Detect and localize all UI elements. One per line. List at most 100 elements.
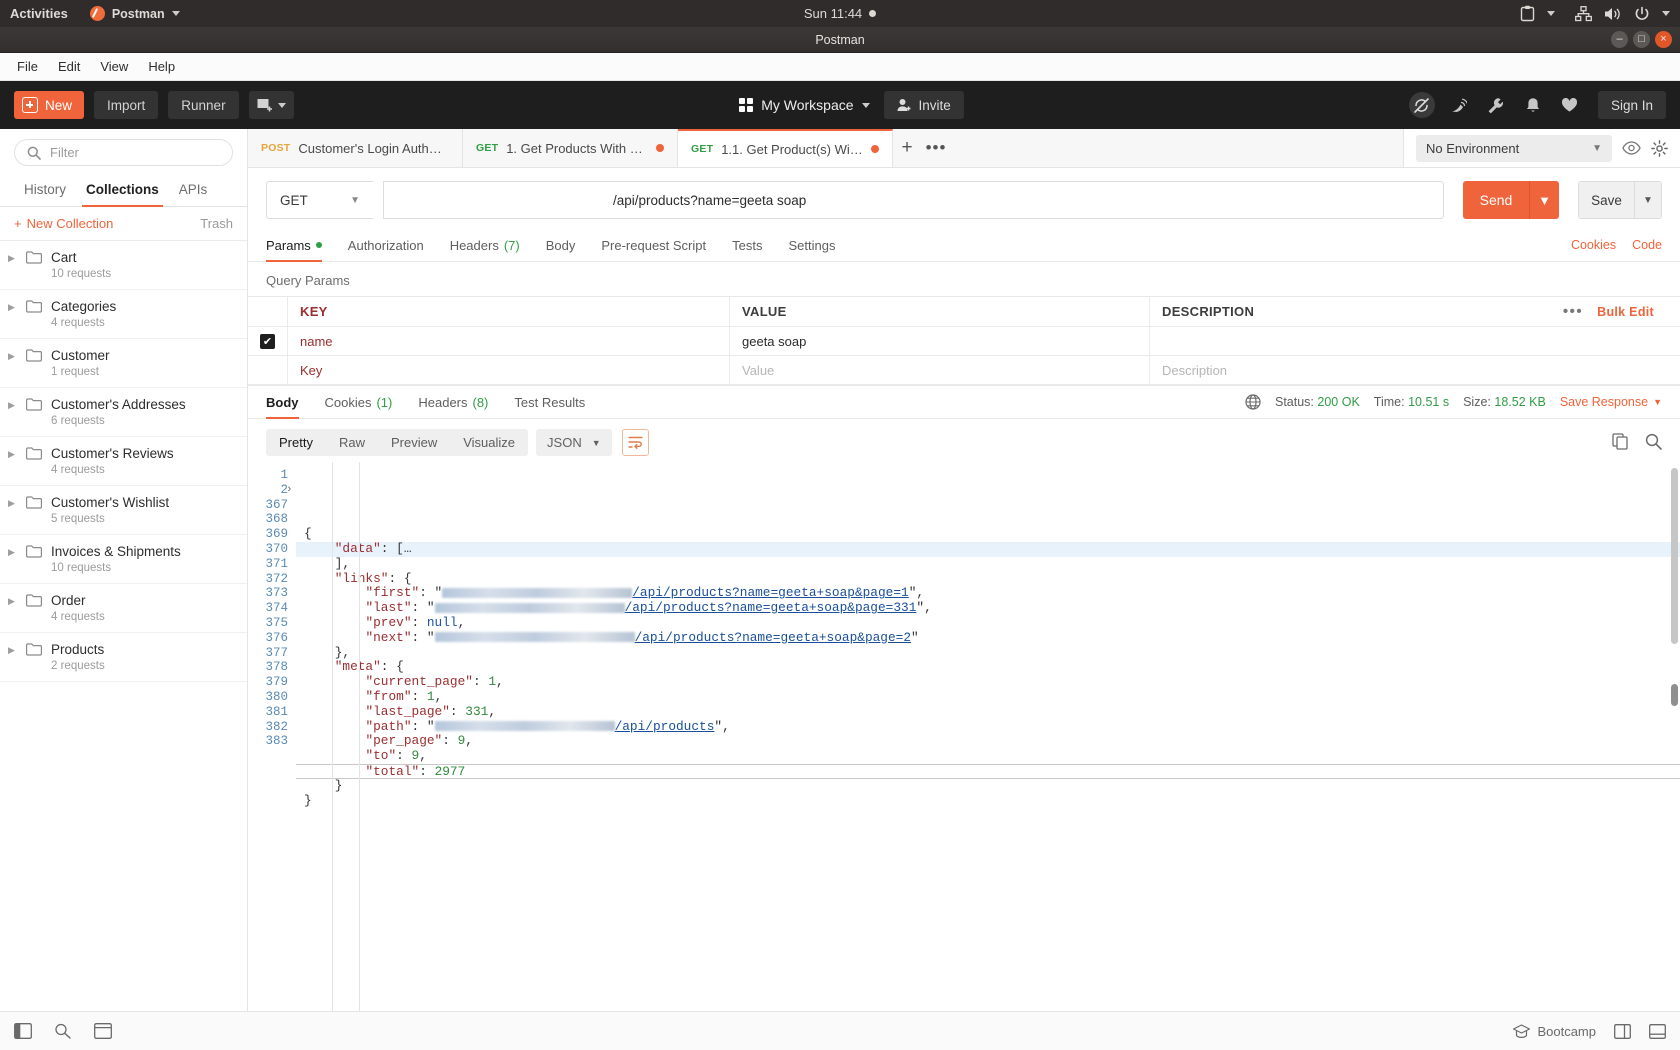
save-options-button[interactable]: ▼	[1635, 181, 1662, 219]
code-line[interactable]: "last_page": 331,	[296, 704, 1680, 720]
tab-tests[interactable]: Tests	[719, 229, 775, 262]
row-description[interactable]	[1150, 327, 1680, 355]
layout-icon[interactable]	[1614, 1023, 1631, 1039]
new-collection-button[interactable]: + New Collection	[14, 216, 113, 231]
code-line[interactable]: "links": {	[296, 571, 1680, 587]
collection-list[interactable]: ▶ Cart 10 requests ▶ Categories 4 requests ▶ Cu…	[0, 241, 247, 1011]
code-line[interactable]: ],	[296, 556, 1680, 572]
table-row[interactable]: ✔ name geeta soap	[248, 327, 1680, 356]
bootcamp-item[interactable]: Bootcamp	[1513, 1024, 1596, 1039]
scrollbar-marker[interactable]	[1671, 684, 1678, 706]
console-icon[interactable]	[94, 1023, 112, 1039]
menu-help[interactable]: Help	[139, 55, 184, 78]
method-selector[interactable]: GET ▼	[266, 181, 373, 219]
code-content[interactable]: { "data": [… ], "links": { "first": "/ap…	[296, 462, 1680, 1011]
runner-button[interactable]: Runner	[168, 91, 239, 119]
response-tab-body[interactable]: Body	[266, 385, 312, 419]
new-window-button[interactable]	[248, 91, 294, 119]
collection-item[interactable]: ▶ Customer's Reviews 4 requests	[0, 437, 247, 486]
help-icon[interactable]	[1649, 1023, 1666, 1039]
view-visualize[interactable]: Visualize	[450, 429, 528, 456]
url-input[interactable]: /api/products?name=geeta soap	[383, 181, 1444, 219]
collection-item[interactable]: ▶ Customer's Wishlist 5 requests	[0, 486, 247, 535]
settings-gear-icon[interactable]	[1651, 139, 1668, 157]
new-button[interactable]: New	[14, 91, 85, 119]
placeholder-value[interactable]: Value	[730, 356, 1150, 384]
close-button[interactable]: ×	[1655, 31, 1672, 48]
sidebar-toggle-icon[interactable]	[14, 1023, 32, 1039]
copy-icon[interactable]	[1612, 432, 1629, 453]
chevron-down-icon[interactable]	[1662, 11, 1670, 16]
sidebar-tab-collections[interactable]: Collections	[76, 175, 169, 207]
clock[interactable]: Sun 11:44	[740, 6, 940, 21]
code-line[interactable]: "meta": {	[296, 659, 1680, 675]
vertical-scrollbar[interactable]	[1671, 462, 1678, 1011]
row-checkbox[interactable]: ✔	[260, 333, 275, 349]
code-line[interactable]: "path": " /api/products",	[296, 719, 1680, 735]
minimize-button[interactable]: –	[1611, 31, 1628, 48]
tab-headers[interactable]: Headers (7)	[437, 229, 533, 262]
app-menu-postman[interactable]: Postman	[89, 6, 180, 21]
chevron-right-icon[interactable]: ▶	[8, 253, 17, 264]
chevron-right-icon[interactable]: ▶	[8, 351, 17, 362]
add-tab-button[interactable]: +	[893, 129, 921, 167]
satellite-icon[interactable]	[1446, 92, 1472, 118]
collection-item[interactable]: ▶ Customer 1 request	[0, 339, 247, 388]
workspace-selector[interactable]: My Workspace	[738, 97, 870, 113]
menu-edit[interactable]: Edit	[49, 55, 89, 78]
activities-button[interactable]: Activities	[10, 6, 68, 21]
code-line[interactable]: "to": 9,	[296, 748, 1680, 764]
send-options-button[interactable]: ▼	[1529, 181, 1559, 219]
fold-toggle-icon[interactable]: ›	[286, 483, 293, 498]
maximize-button[interactable]: □	[1633, 31, 1650, 48]
import-button[interactable]: Import	[94, 91, 159, 119]
heart-icon[interactable]	[1557, 92, 1583, 118]
collection-item[interactable]: ▶ Products 2 requests	[0, 633, 247, 682]
sync-off-icon[interactable]	[1408, 92, 1435, 118]
tab-authorization[interactable]: Authorization	[335, 229, 437, 262]
code-link[interactable]: Code	[1632, 238, 1662, 252]
power-icon[interactable]	[1634, 6, 1650, 22]
code-line[interactable]: "total": 2977	[296, 763, 1680, 779]
word-wrap-icon[interactable]	[621, 429, 649, 456]
code-line[interactable]: "from": 1,	[296, 689, 1680, 705]
code-line[interactable]: "first": " /api/products?name=geeta+soap&…	[296, 585, 1680, 601]
chevron-right-icon[interactable]: ▶	[8, 302, 17, 313]
row-value[interactable]: geeta soap	[730, 327, 1150, 355]
code-line[interactable]: "current_page": 1,	[296, 674, 1680, 690]
cookies-link[interactable]: Cookies	[1571, 238, 1616, 252]
view-raw[interactable]: Raw	[326, 429, 378, 456]
code-line[interactable]: "last": " /api/products?name=geeta+soap&p…	[296, 600, 1680, 616]
request-tab[interactable]: GET 1. Get Products With Pagination:	[463, 129, 678, 167]
sidebar-tab-history[interactable]: History	[14, 175, 76, 206]
menu-view[interactable]: View	[91, 55, 137, 78]
code-line[interactable]: "data": […	[296, 541, 1680, 557]
sidebar-tab-apis[interactable]: APIs	[169, 175, 218, 206]
code-line[interactable]: },	[296, 645, 1680, 661]
clipboard-icon[interactable]	[1520, 5, 1535, 22]
search-input[interactable]: Filter	[14, 139, 233, 166]
format-selector[interactable]: JSON ▼	[536, 429, 612, 456]
chevron-right-icon[interactable]: ▶	[8, 498, 17, 509]
trash-button[interactable]: Trash	[200, 216, 233, 231]
save-button[interactable]: Save	[1578, 181, 1635, 219]
code-line[interactable]: "prev": null,	[296, 615, 1680, 631]
view-preview[interactable]: Preview	[378, 429, 450, 456]
collection-item[interactable]: ▶ Customer's Addresses 6 requests	[0, 388, 247, 437]
code-line[interactable]: {	[296, 526, 1680, 542]
response-body-code[interactable]: 1 2 › 367 368 369 370 371 372 373 374 375 376 377 378 3…	[248, 462, 1680, 1011]
tab-params[interactable]: Params	[266, 229, 335, 262]
wrench-icon[interactable]	[1483, 92, 1509, 118]
find-icon[interactable]	[54, 1023, 72, 1039]
placeholder-key[interactable]: Key	[288, 356, 730, 384]
signin-button[interactable]: Sign In	[1597, 91, 1666, 119]
collection-item[interactable]: ▶ Invoices & Shipments 10 requests	[0, 535, 247, 584]
request-tab[interactable]: POST Customer's Login Authenticat...	[248, 129, 463, 167]
scrollbar-thumb[interactable]	[1671, 468, 1678, 644]
row-key[interactable]: name	[288, 327, 730, 355]
code-line[interactable]: }	[296, 793, 1680, 809]
bell-icon[interactable]	[1520, 92, 1546, 118]
collection-item[interactable]: ▶ Order 4 requests	[0, 584, 247, 633]
request-tab[interactable]: GET 1.1. Get Product(s) With Query ...	[678, 129, 893, 167]
collection-item[interactable]: ▶ Cart 10 requests	[0, 241, 247, 290]
